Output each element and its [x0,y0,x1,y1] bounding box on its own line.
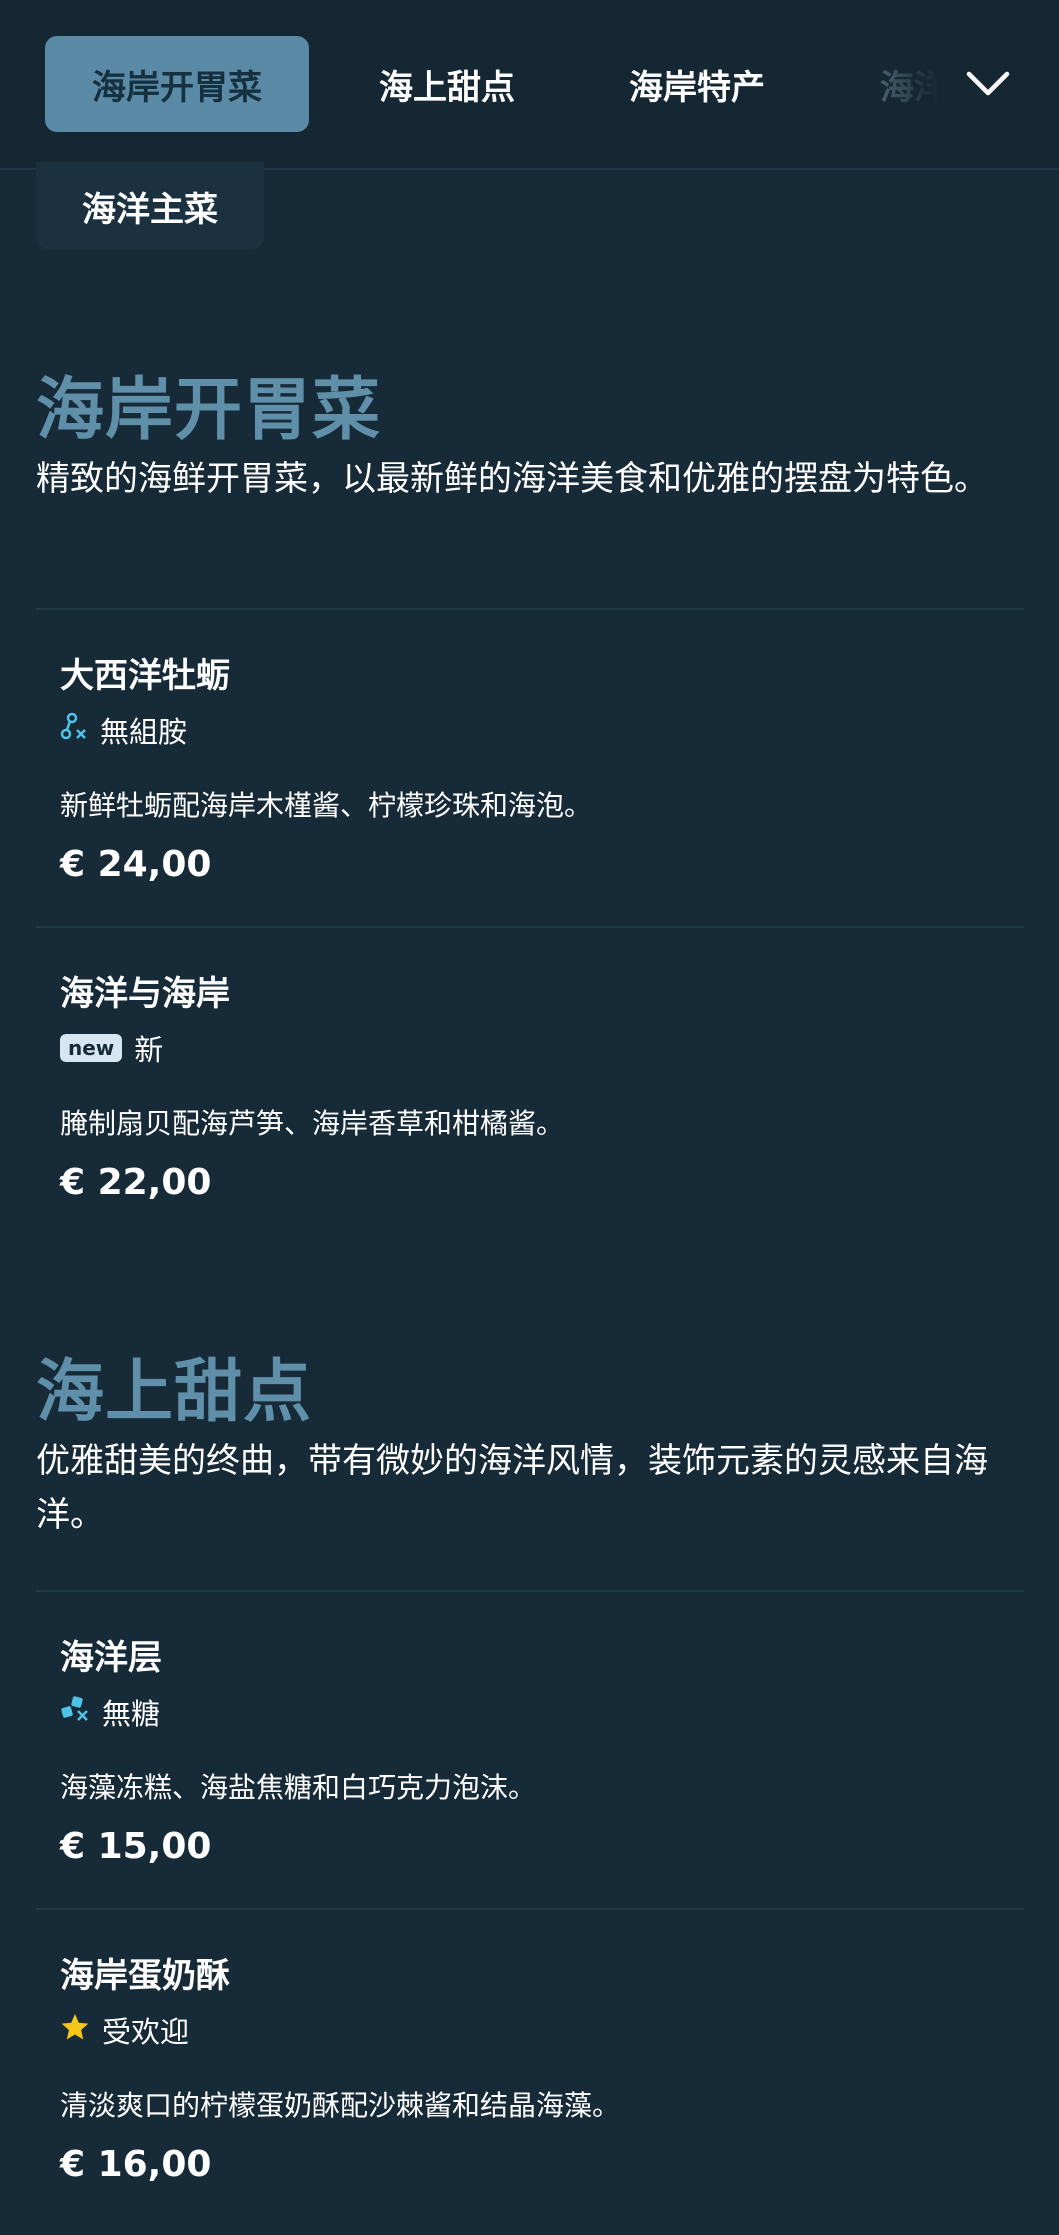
tag-label: 受欢迎 [102,2015,190,2049]
item-name: 海洋层 [60,1638,162,1678]
sugar-free-icon [60,1695,90,1730]
item-name: 海岸蛋奶酥 [60,1956,230,1996]
category-nav: 海岸开胃菜 海上甜点 海岸特产 海洋主菜 [0,0,1059,170]
item-description: 腌制扇贝配海芦笋、海岸香草和柑橘酱。 [60,1107,565,1140]
item-description: 海藻冻糕、海盐焦糖和白巧克力泡沫。 [60,1771,537,1804]
tag-label: 無組胺 [100,715,188,749]
tab-ocean-mains[interactable]: 海洋主菜 [36,162,264,250]
item-tag: 受欢迎 [60,2010,189,2050]
star-icon [60,2012,90,2049]
item-name: 海洋与海岸 [60,974,230,1014]
tab-coastal-appetizers[interactable]: 海岸开胃菜 [45,36,309,132]
divider [36,926,1024,928]
histamine-free-icon [60,712,88,749]
divider [36,608,1024,610]
tabs-fade-overlay [840,0,1059,166]
chevron-down-icon[interactable] [958,56,1018,112]
tag-label: 新 [134,1033,164,1067]
item-tag: 無糖 [60,1692,160,1732]
item-tag: 無組胺 [60,710,187,750]
divider [36,1908,1024,1910]
section-description: 优雅甜美的终曲，带有微妙的海洋风情，装饰元素的灵感来自海洋。 [36,1441,988,1535]
item-price: € 24,00 [60,844,212,885]
new-badge: new [60,1034,123,1062]
section-title: 海上甜点 [36,1353,313,1432]
item-description: 新鲜牡蛎配海岸木槿酱、柠檬珍珠和海泡。 [60,789,593,822]
item-price: € 15,00 [60,1826,212,1867]
tag-label: 無糖 [102,1697,161,1731]
item-tag: new 新 [60,1028,163,1068]
item-price: € 22,00 [60,1162,212,1203]
divider [36,1590,1024,1592]
section-description: 精致的海鲜开胃菜，以最新鲜的海洋美食和优雅的摆盘为特色。 [36,459,988,499]
item-price: € 16,00 [60,2144,212,2185]
tab-coastal-specialties[interactable]: 海岸特产 [590,36,804,132]
item-description: 清淡爽口的柠檬蛋奶酥配沙棘酱和结晶海藻。 [60,2089,621,2122]
section-title: 海岸开胃菜 [36,371,382,450]
item-name: 大西洋牡蛎 [60,656,230,696]
tab-sea-desserts[interactable]: 海上甜点 [340,36,554,132]
